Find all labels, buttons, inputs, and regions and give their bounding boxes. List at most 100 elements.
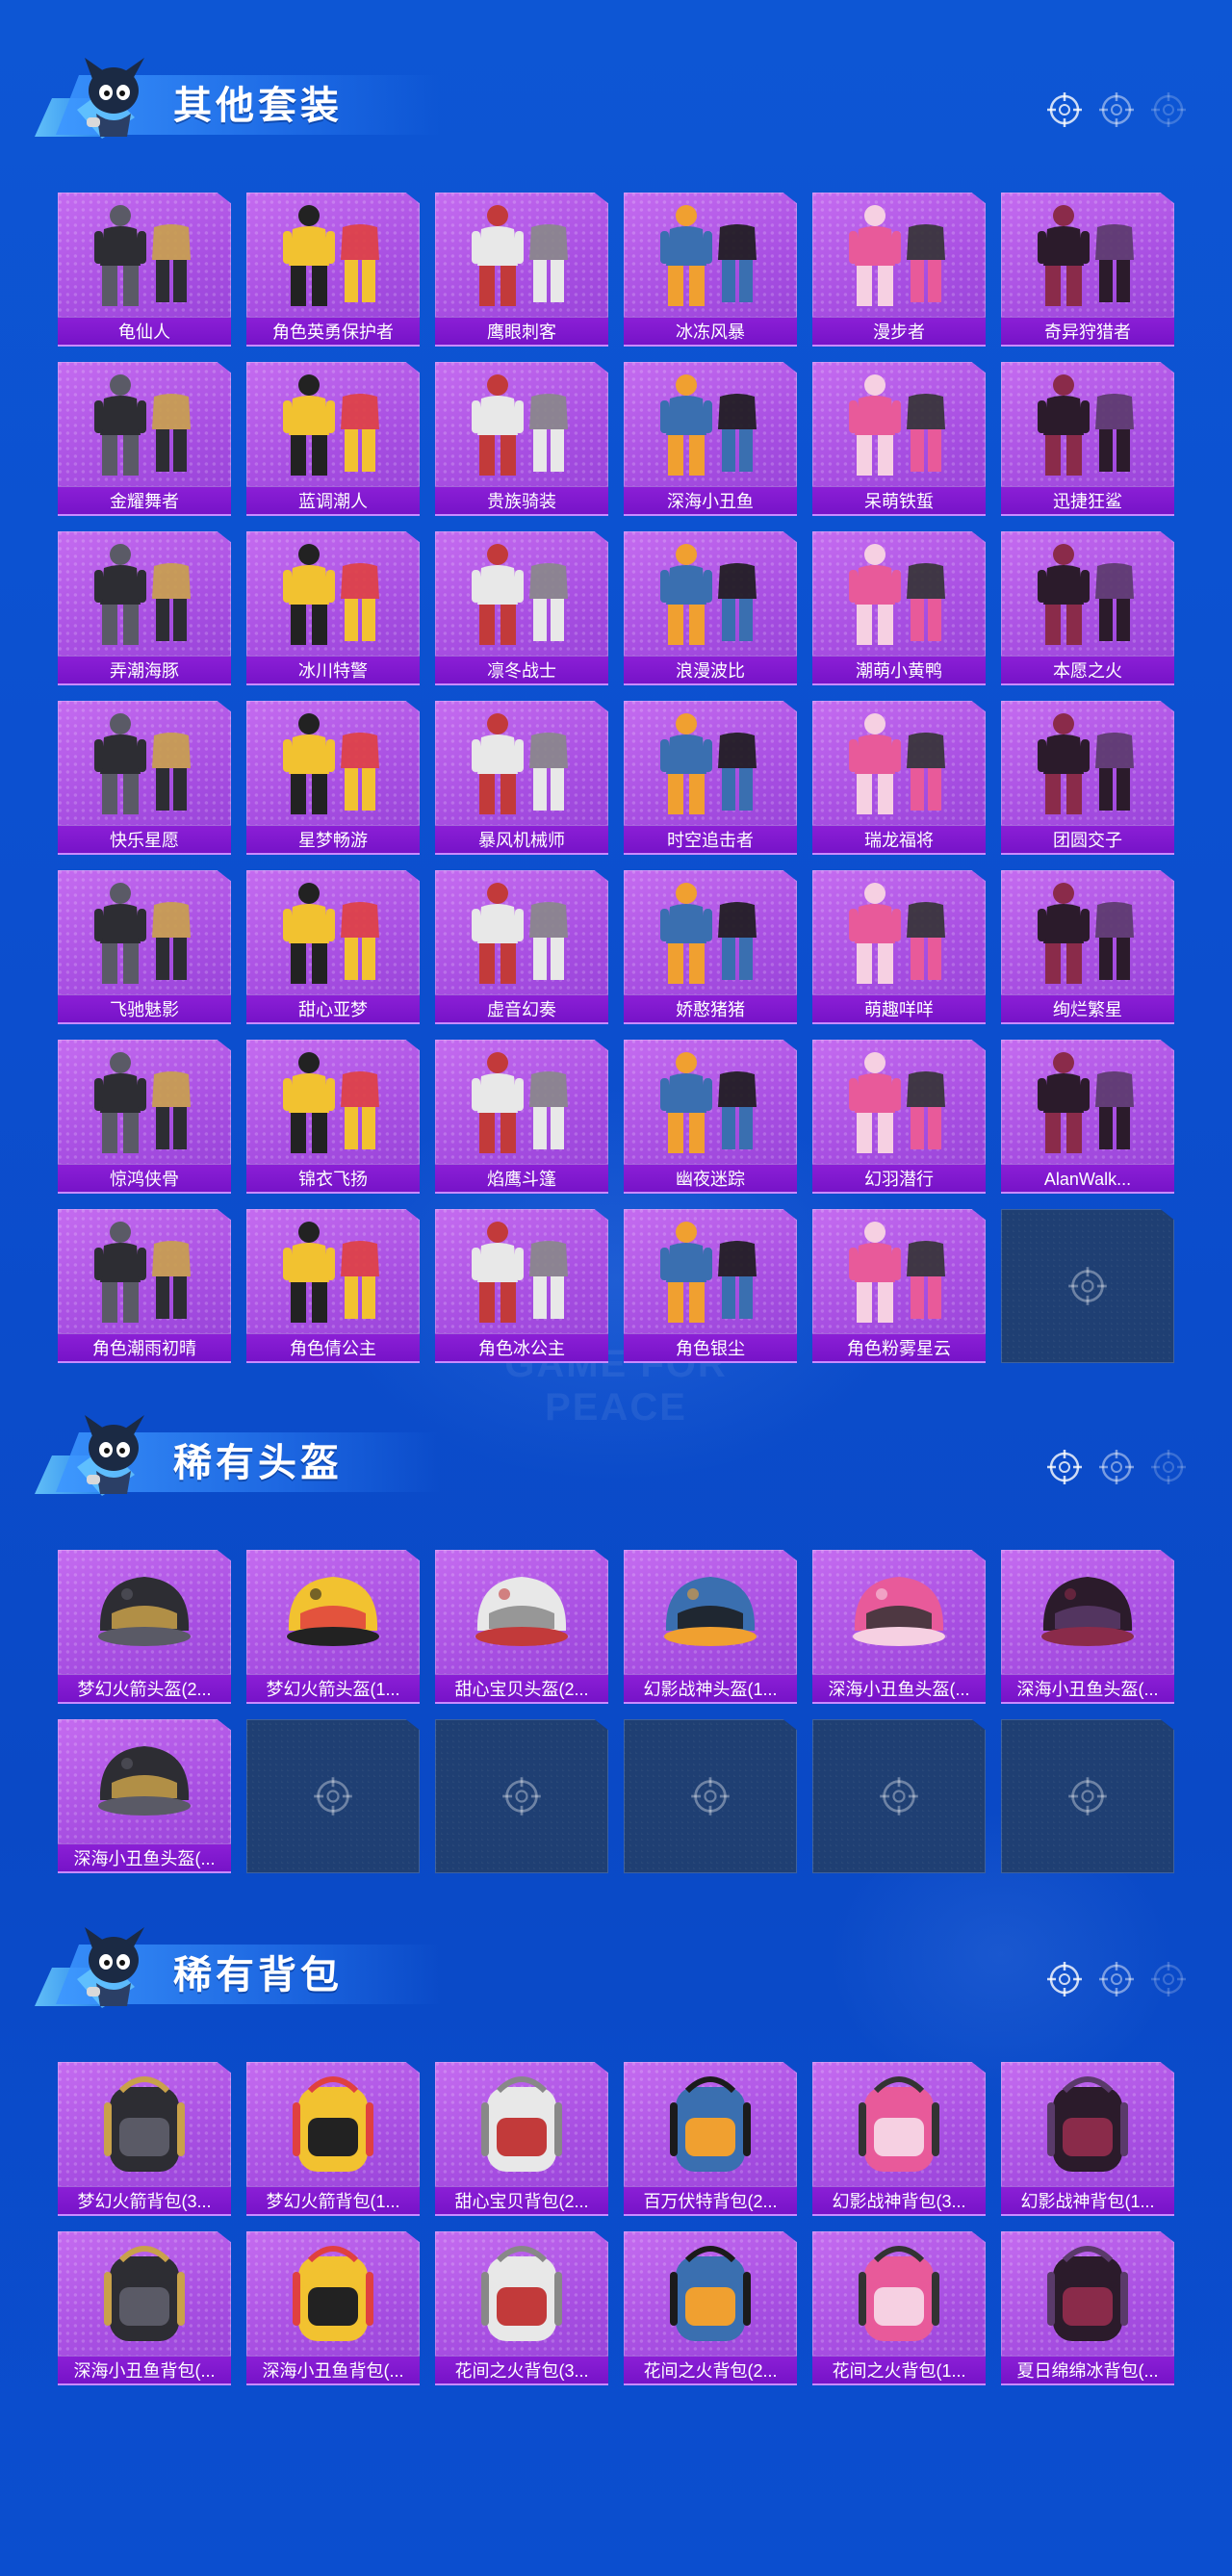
item-image [77, 1045, 212, 1159]
item-card[interactable]: 金耀舞者 [58, 362, 231, 516]
item-label: 呆萌铁蜇 [812, 486, 986, 516]
item-card[interactable]: 焰鹰斗篷 [435, 1040, 608, 1194]
item-card[interactable]: 深海小丑鱼头盔(... [58, 1719, 231, 1873]
item-card[interactable]: 冰川特警 [246, 531, 420, 685]
mascot-icon [67, 50, 156, 142]
item-image [1020, 1556, 1155, 1669]
section-header: 其他套装 [27, 46, 1211, 152]
item-card[interactable]: 幻影战神头盔(1... [624, 1550, 797, 1704]
item-label: 团圆交子 [1001, 825, 1174, 855]
item-card[interactable]: 梦幻火箭背包(1... [246, 2062, 420, 2216]
item-card[interactable]: 甜心宝贝背包(2... [435, 2062, 608, 2216]
item-card[interactable]: 梦幻火箭头盔(2... [58, 1550, 231, 1704]
item-card[interactable]: 贵族骑装 [435, 362, 608, 516]
item-card[interactable]: 本愿之火 [1001, 531, 1174, 685]
item-label: 娇憨猪猪 [624, 994, 797, 1024]
item-label: 幻羽潜行 [812, 1164, 986, 1194]
item-card[interactable]: 幻羽潜行 [812, 1040, 986, 1194]
item-image [266, 1556, 400, 1669]
item-card[interactable]: 绚烂繁星 [1001, 870, 1174, 1024]
item-label: 焰鹰斗篷 [435, 1164, 608, 1194]
item-image [832, 707, 966, 820]
crosshair-icon [878, 1775, 920, 1817]
item-card[interactable]: 角色倩公主 [246, 1209, 420, 1363]
item-card[interactable]: 潮萌小黄鸭 [812, 531, 986, 685]
item-label: 虚音幻奏 [435, 994, 608, 1024]
item-label: 潮萌小黄鸭 [812, 656, 986, 685]
item-card[interactable]: 角色粉雾星云 [812, 1209, 986, 1363]
crosshair-icon [1045, 1448, 1084, 1486]
item-card[interactable]: 蓝调潮人 [246, 362, 420, 516]
item-card[interactable]: 团圆交子 [1001, 701, 1174, 855]
item-card[interactable]: 角色冰公主 [435, 1209, 608, 1363]
item-card[interactable]: 娇憨猪猪 [624, 870, 797, 1024]
item-image [77, 537, 212, 651]
item-card[interactable]: 迅捷狂鲨 [1001, 362, 1174, 516]
item-card[interactable]: AlanWalk... [1001, 1040, 1174, 1194]
item-card[interactable]: 瑞龙福将 [812, 701, 986, 855]
item-card[interactable]: 锦衣飞扬 [246, 1040, 420, 1194]
item-label: 深海小丑鱼头盔(... [58, 1843, 231, 1873]
item-card[interactable]: 深海小丑鱼背包(... [246, 2231, 420, 2385]
item-card[interactable]: 幽夜迷踪 [624, 1040, 797, 1194]
item-image [454, 1556, 589, 1669]
item-card[interactable]: 幻影战神背包(1... [1001, 2062, 1174, 2216]
crosshair-icon [1149, 1960, 1188, 1998]
item-image [643, 876, 778, 990]
item-card[interactable]: 夏日绵绵冰背包(... [1001, 2231, 1174, 2385]
item-card[interactable]: 百万伏特背包(2... [624, 2062, 797, 2216]
item-card[interactable]: 角色潮雨初晴 [58, 1209, 231, 1363]
item-card[interactable]: 深海小丑鱼 [624, 362, 797, 516]
item-card[interactable]: 浪漫波比 [624, 531, 797, 685]
item-card[interactable]: 角色英勇保护者 [246, 193, 420, 347]
item-label: 迅捷狂鲨 [1001, 486, 1174, 516]
item-image [77, 707, 212, 820]
item-label: 贵族骑装 [435, 486, 608, 516]
item-card[interactable]: 甜心宝贝头盔(2... [435, 1550, 608, 1704]
item-card[interactable]: 快乐星愿 [58, 701, 231, 855]
item-card[interactable]: 花间之火背包(3... [435, 2231, 608, 2385]
item-image [454, 2068, 589, 2181]
item-image [454, 198, 589, 312]
item-card[interactable]: 甜心亚梦 [246, 870, 420, 1024]
item-image [1020, 707, 1155, 820]
item-image [643, 537, 778, 651]
item-card[interactable]: 凛冬战士 [435, 531, 608, 685]
mascot-icon [67, 1919, 156, 2012]
item-card[interactable]: 幻影战神背包(3... [812, 2062, 986, 2216]
item-card[interactable]: 梦幻火箭背包(3... [58, 2062, 231, 2216]
item-card[interactable]: 漫步者 [812, 193, 986, 347]
item-card[interactable]: 惊鸿侠骨 [58, 1040, 231, 1194]
item-card[interactable]: 呆萌铁蜇 [812, 362, 986, 516]
item-card[interactable]: 星梦畅游 [246, 701, 420, 855]
item-card[interactable]: 虚音幻奏 [435, 870, 608, 1024]
section-title: 其他套装 [173, 85, 343, 127]
item-card[interactable]: 奇异狩猎者 [1001, 193, 1174, 347]
item-card[interactable]: 花间之火背包(2... [624, 2231, 797, 2385]
item-image [77, 2237, 212, 2351]
item-card[interactable]: 角色银尘 [624, 1209, 797, 1363]
item-card[interactable]: 时空追击者 [624, 701, 797, 855]
item-card[interactable]: 冰冻风暴 [624, 193, 797, 347]
item-card[interactable]: 深海小丑鱼头盔(... [812, 1550, 986, 1704]
item-card[interactable]: 鹰眼刺客 [435, 193, 608, 347]
item-label: 锦衣飞扬 [246, 1164, 420, 1194]
item-image [832, 1556, 966, 1669]
item-image [454, 537, 589, 651]
item-card[interactable]: 梦幻火箭头盔(1... [246, 1550, 420, 1704]
item-card[interactable]: 萌趣咩咩 [812, 870, 986, 1024]
item-label: 冰冻风暴 [624, 317, 797, 347]
item-image [1020, 198, 1155, 312]
item-card[interactable]: 深海小丑鱼头盔(... [1001, 1550, 1174, 1704]
item-card[interactable]: 龟仙人 [58, 193, 231, 347]
item-card[interactable]: 弄潮海豚 [58, 531, 231, 685]
crosshair-icon [689, 1775, 732, 1817]
item-card[interactable]: 暴风机械师 [435, 701, 608, 855]
item-card[interactable]: 飞驰魅影 [58, 870, 231, 1024]
item-card[interactable]: 花间之火背包(1... [812, 2231, 986, 2385]
item-label: 幻影战神背包(3... [812, 2186, 986, 2216]
item-image [643, 2237, 778, 2351]
item-card[interactable]: 深海小丑鱼背包(... [58, 2231, 231, 2385]
item-label: 幻影战神头盔(1... [624, 1674, 797, 1704]
item-label: 百万伏特背包(2... [624, 2186, 797, 2216]
